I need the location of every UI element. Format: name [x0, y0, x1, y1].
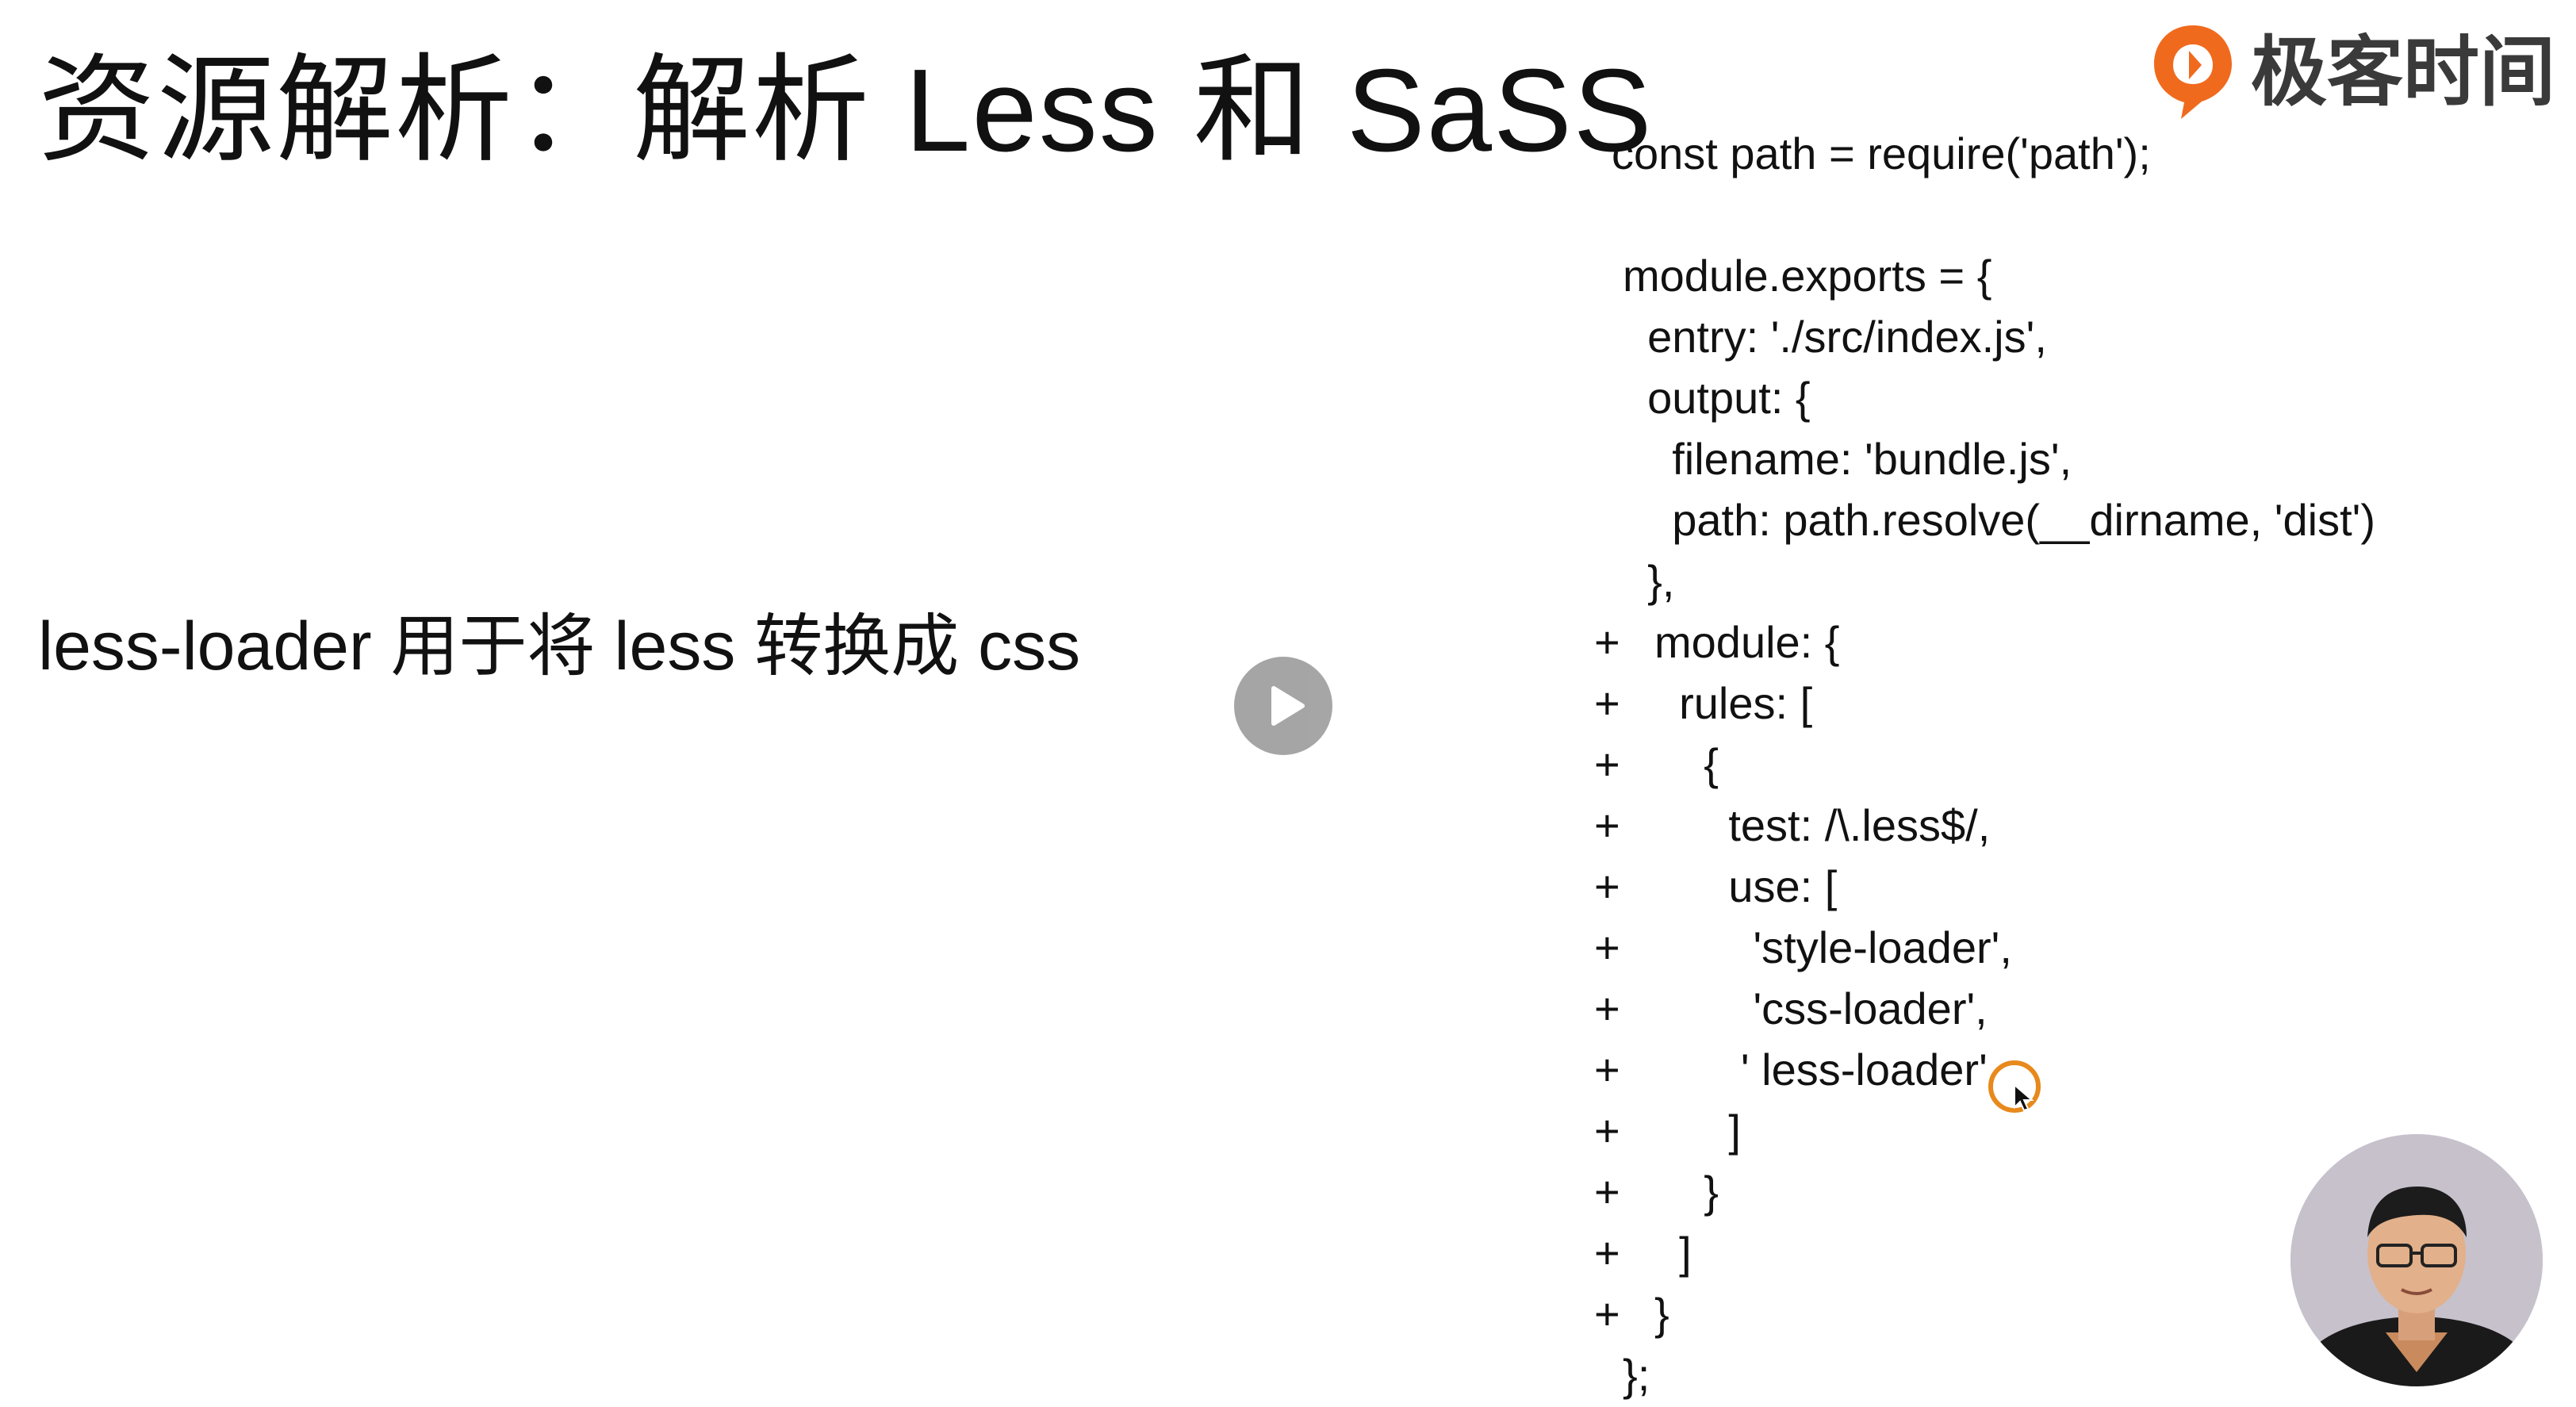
code-line: filename: 'bundle.js',	[1594, 428, 2562, 489]
code-text: };	[1623, 1350, 1650, 1400]
code-text: module.exports = {	[1623, 251, 1992, 301]
code-line: + use: [	[1594, 856, 2562, 917]
code-text: 'style-loader',	[1654, 922, 2012, 972]
code-text: }	[1654, 1167, 1719, 1217]
code-line: + 'style-loader',	[1594, 917, 2562, 978]
slide-title: 资源解析：解析 Less 和 SaSS	[38, 45, 1654, 176]
code-text: use: [	[1654, 861, 1838, 911]
code-line: const path = require('path');	[1594, 123, 2562, 184]
code-line: + module: {	[1594, 611, 2562, 673]
code-text: const path = require('path');	[1612, 128, 2151, 178]
code-text: 'css-loader',	[1654, 983, 1988, 1033]
code-text: }	[1654, 1289, 1669, 1339]
code-text: test: /\.less$/,	[1654, 800, 1991, 850]
diff-marker: +	[1594, 1167, 1620, 1217]
diff-marker: +	[1594, 983, 1620, 1033]
presenter-figure-icon	[2290, 1134, 2543, 1386]
diff-marker: +	[1594, 678, 1620, 728]
code-text: path: path.resolve(__dirname, 'dist')	[1623, 495, 2375, 545]
code-line: + ' less-loader'	[1594, 1039, 2562, 1100]
code-line: + test: /\.less$/,	[1594, 795, 2562, 856]
play-icon	[1271, 686, 1305, 726]
geektime-logo-icon	[2154, 25, 2232, 119]
code-text: ]	[1654, 1228, 1692, 1278]
code-line: output: {	[1594, 367, 2562, 428]
diff-marker: +	[1594, 617, 1620, 667]
brand-logo: 极客时间	[2149, 14, 2562, 133]
diff-marker: +	[1594, 1228, 1620, 1278]
mouse-cursor-icon	[1988, 1060, 2041, 1113]
code-text: entry: './src/index.js',	[1623, 312, 2047, 362]
slide-subtitle: less-loader 用于将 less 转换成 css	[38, 608, 1081, 684]
play-button[interactable]	[1234, 657, 1332, 755]
diff-marker: +	[1594, 1045, 1620, 1095]
code-text: module: {	[1654, 617, 1840, 667]
code-line: },	[1594, 550, 2562, 611]
code-line: + {	[1594, 734, 2562, 795]
brand-name: 极客时间	[2251, 30, 2555, 115]
code-text: ]	[1654, 1106, 1741, 1156]
code-line: path: path.resolve(__dirname, 'dist')	[1594, 489, 2562, 550]
code-text: ' less-loader'	[1654, 1045, 1988, 1095]
presenter-avatar	[2290, 1134, 2543, 1386]
code-text: rules: [	[1654, 678, 1813, 728]
diff-marker: +	[1594, 922, 1620, 972]
code-line: entry: './src/index.js',	[1594, 306, 2562, 367]
code-text: },	[1623, 556, 1675, 606]
code-text: output: {	[1623, 373, 1811, 423]
diff-marker: +	[1594, 1289, 1620, 1339]
code-text: filename: 'bundle.js',	[1623, 434, 2072, 484]
code-line: module.exports = {	[1594, 245, 2562, 306]
diff-marker: +	[1594, 739, 1620, 789]
code-line: + 'css-loader',	[1594, 978, 2562, 1039]
diff-marker: +	[1594, 1106, 1620, 1156]
code-line: + rules: [	[1594, 673, 2562, 734]
diff-marker: +	[1594, 800, 1620, 850]
code-text: {	[1654, 739, 1719, 789]
diff-marker: +	[1594, 861, 1620, 911]
